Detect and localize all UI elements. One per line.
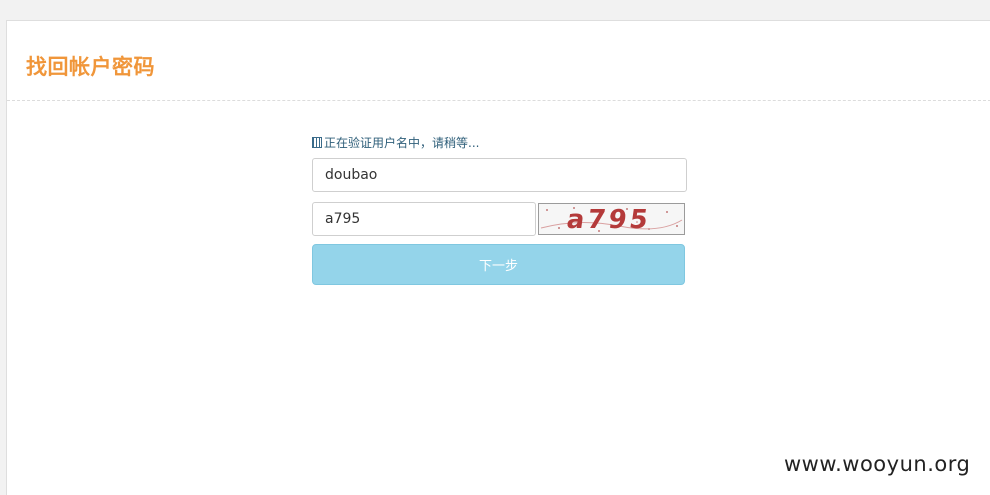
watermark: www.wooyun.org bbox=[784, 452, 971, 476]
main-panel: 找回帐户密码 正在验证用户名中，请稍等... a795 下一步 bbox=[6, 20, 990, 495]
next-step-button[interactable]: 下一步 bbox=[312, 244, 685, 285]
page-title: 找回帐户密码 bbox=[26, 55, 155, 79]
captcha-input[interactable] bbox=[312, 202, 536, 236]
loading-icon bbox=[312, 137, 322, 148]
validation-status: 正在验证用户名中，请稍等... bbox=[312, 134, 479, 151]
captcha-image[interactable]: a795 bbox=[538, 203, 685, 235]
title-divider bbox=[7, 100, 990, 101]
captcha-text: a795 bbox=[565, 205, 653, 234]
status-text: 正在验证用户名中，请稍等... bbox=[324, 136, 480, 150]
username-input[interactable] bbox=[312, 158, 687, 192]
